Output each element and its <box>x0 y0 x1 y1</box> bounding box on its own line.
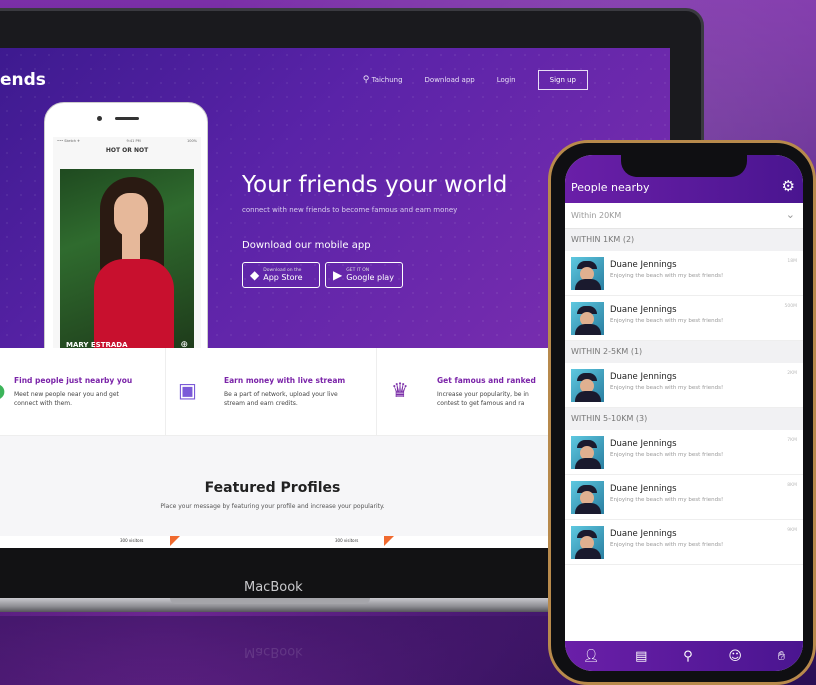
person-status: Enjoying the beach with my best friends! <box>610 273 724 279</box>
mini-status-time: 9:41 PM <box>126 139 141 143</box>
person-name: Duane Jennings <box>610 260 677 270</box>
person-status: Enjoying the beach with my best friends! <box>610 452 724 458</box>
download-label: Download our mobile app <box>242 240 371 251</box>
signup-button[interactable]: Sign up <box>537 70 588 90</box>
chat-icon[interactable]: ▤ <box>635 649 647 664</box>
person-name: Duane Jennings <box>610 484 677 494</box>
person-icon[interactable]: 👤︎ <box>583 649 600 664</box>
hand-coin-icon[interactable]: ✋︎ <box>778 649 785 664</box>
featured-flag-icon <box>384 536 394 546</box>
profile-photo[interactable]: MARY ESTRADA ⊕ <box>60 169 194 353</box>
section-header: WITHIN 2-5KM (1) <box>565 341 803 363</box>
download-app-link[interactable]: Download app <box>425 76 475 84</box>
gear-icon[interactable]: ⚙ <box>782 177 795 195</box>
avatar <box>571 369 604 402</box>
person-status: Enjoying the beach with my best friends! <box>610 318 724 324</box>
person-distance: 500M <box>784 304 797 309</box>
section-header: WITHIN 1KM (2) <box>565 229 803 251</box>
person-distance: 7KM <box>787 438 797 443</box>
mini-status-battery: 100% <box>186 139 197 143</box>
mini-status-bar: ••• Sketch ✈ 9:41 PM 100% <box>53 137 201 145</box>
app-store-button[interactable]: ◆ Download on the App Store <box>242 262 320 288</box>
mini-phone-mockup: ••• Sketch ✈ 9:41 PM 100% HOT OR NOT MAR… <box>44 102 208 353</box>
list-item[interactable]: Duane Jennings Enjoying the beach with m… <box>565 363 803 408</box>
site-logo[interactable]: ends <box>0 70 46 90</box>
avatar <box>571 257 604 290</box>
avatar <box>571 526 604 559</box>
macbook-label: MacBook <box>244 580 303 595</box>
feature-livestream: ▣ Earn money with live stream Be a part … <box>166 348 377 436</box>
person-distance: 2KM <box>787 371 797 376</box>
feature-desc: Increase your popularity, be in contest … <box>437 391 529 407</box>
person-name: Duane Jennings <box>610 372 677 382</box>
avatar <box>571 481 604 514</box>
list-item[interactable]: Duane Jennings Enjoying the beach with m… <box>565 430 803 475</box>
trophy-icon: ♛ <box>391 378 409 402</box>
featured-title: Featured Profiles <box>204 480 341 496</box>
feature-desc: Meet new people near you and get connect… <box>14 391 119 407</box>
screen-title: People nearby <box>571 181 650 194</box>
person-name: Duane Jennings <box>610 529 677 539</box>
phone-notch <box>621 155 747 177</box>
hero-subtitle: connect with new friends to become famou… <box>242 206 458 214</box>
chevron-down-icon: ⌄ <box>785 208 795 221</box>
feature-title: Get famous and ranked <box>437 376 536 385</box>
avatar <box>571 302 604 335</box>
section-header: WITHIN 5-10KM (3) <box>565 408 803 430</box>
location-pin-icon: ⚲ <box>362 75 370 85</box>
speaker-slot <box>115 117 139 120</box>
distance-filter-dropdown[interactable]: Within 20KM ⌄ <box>565 203 803 229</box>
people-list: WITHIN 1KM (2) Duane Jennings Enjoying t… <box>565 229 803 565</box>
list-item[interactable]: Duane Jennings Enjoying the beach with m… <box>565 475 803 520</box>
list-item[interactable]: Duane Jennings Enjoying the beach with m… <box>565 251 803 296</box>
location-label: Taichung <box>371 76 403 84</box>
list-item[interactable]: Duane Jennings Enjoying the beach with m… <box>565 520 803 565</box>
person-status: Enjoying the beach with my best friends! <box>610 385 724 391</box>
person-distance: 9KM <box>787 528 797 533</box>
top-nav: ⚲ Taichung Download app Login Sign up <box>363 70 588 90</box>
location-nav[interactable]: ⚲ Taichung <box>363 75 403 85</box>
person-name: Duane Jennings <box>610 305 677 315</box>
visitor-count: 300 visitors <box>120 538 144 543</box>
featured-subtitle: Place your message by featuring your pro… <box>160 503 385 510</box>
phone-screen: People nearby ⚙ Within 20KM ⌄ WITHIN 1KM… <box>565 155 803 671</box>
phone-mockup: People nearby ⚙ Within 20KM ⌄ WITHIN 1KM… <box>548 140 816 685</box>
mini-status-left: ••• Sketch ✈ <box>57 139 81 143</box>
filter-value: Within 20KM <box>571 211 622 220</box>
visitor-count: 300 visitors <box>335 538 359 543</box>
feature-title: Earn money with live stream <box>224 376 346 385</box>
photo-face <box>114 193 148 237</box>
camera-dot <box>97 116 102 121</box>
smiley-icon[interactable]: ☺ <box>728 649 742 664</box>
login-link[interactable]: Login <box>497 76 516 84</box>
macbook-reflection-label: MacBook <box>244 644 303 659</box>
person-status: Enjoying the beach with my best friends! <box>610 542 724 548</box>
laptop-hinge <box>170 598 370 604</box>
person-name: Duane Jennings <box>610 439 677 449</box>
bottom-tab-bar: 👤︎ ▤ ⚲ ☺ ✋︎ <box>565 641 803 671</box>
feature-title: Find people just nearby you <box>14 376 133 385</box>
gplay-large-text: Google play <box>346 273 394 282</box>
mini-phone-screen: ••• Sketch ✈ 9:41 PM 100% HOT OR NOT MAR… <box>53 137 201 353</box>
location-pin-icon[interactable]: ⚲ <box>683 649 693 664</box>
person-distance: 18M <box>787 259 797 264</box>
photo-dress <box>94 259 174 353</box>
apple-icon: ◆ <box>250 268 260 282</box>
livestream-icon: ▣ <box>178 378 197 402</box>
google-play-button[interactable]: ▶ GET IT ON Google play <box>325 262 403 288</box>
hero-title: Your friends your world <box>242 172 508 198</box>
nearby-icon: ● <box>0 378 5 402</box>
appstore-large-text: App Store <box>263 273 303 282</box>
list-item[interactable]: Duane Jennings Enjoying the beach with m… <box>565 296 803 341</box>
mini-screen-title: HOT OR NOT <box>105 147 149 154</box>
feature-desc: Be a part of network, upload your live s… <box>224 391 338 407</box>
feature-nearby: ● Find people just nearby you Meet new p… <box>0 348 166 436</box>
person-distance: 8KM <box>787 483 797 488</box>
featured-flag-icon <box>170 536 180 546</box>
person-status: Enjoying the beach with my best friends! <box>610 497 724 503</box>
play-icon: ▶ <box>333 268 343 282</box>
avatar <box>571 436 604 469</box>
